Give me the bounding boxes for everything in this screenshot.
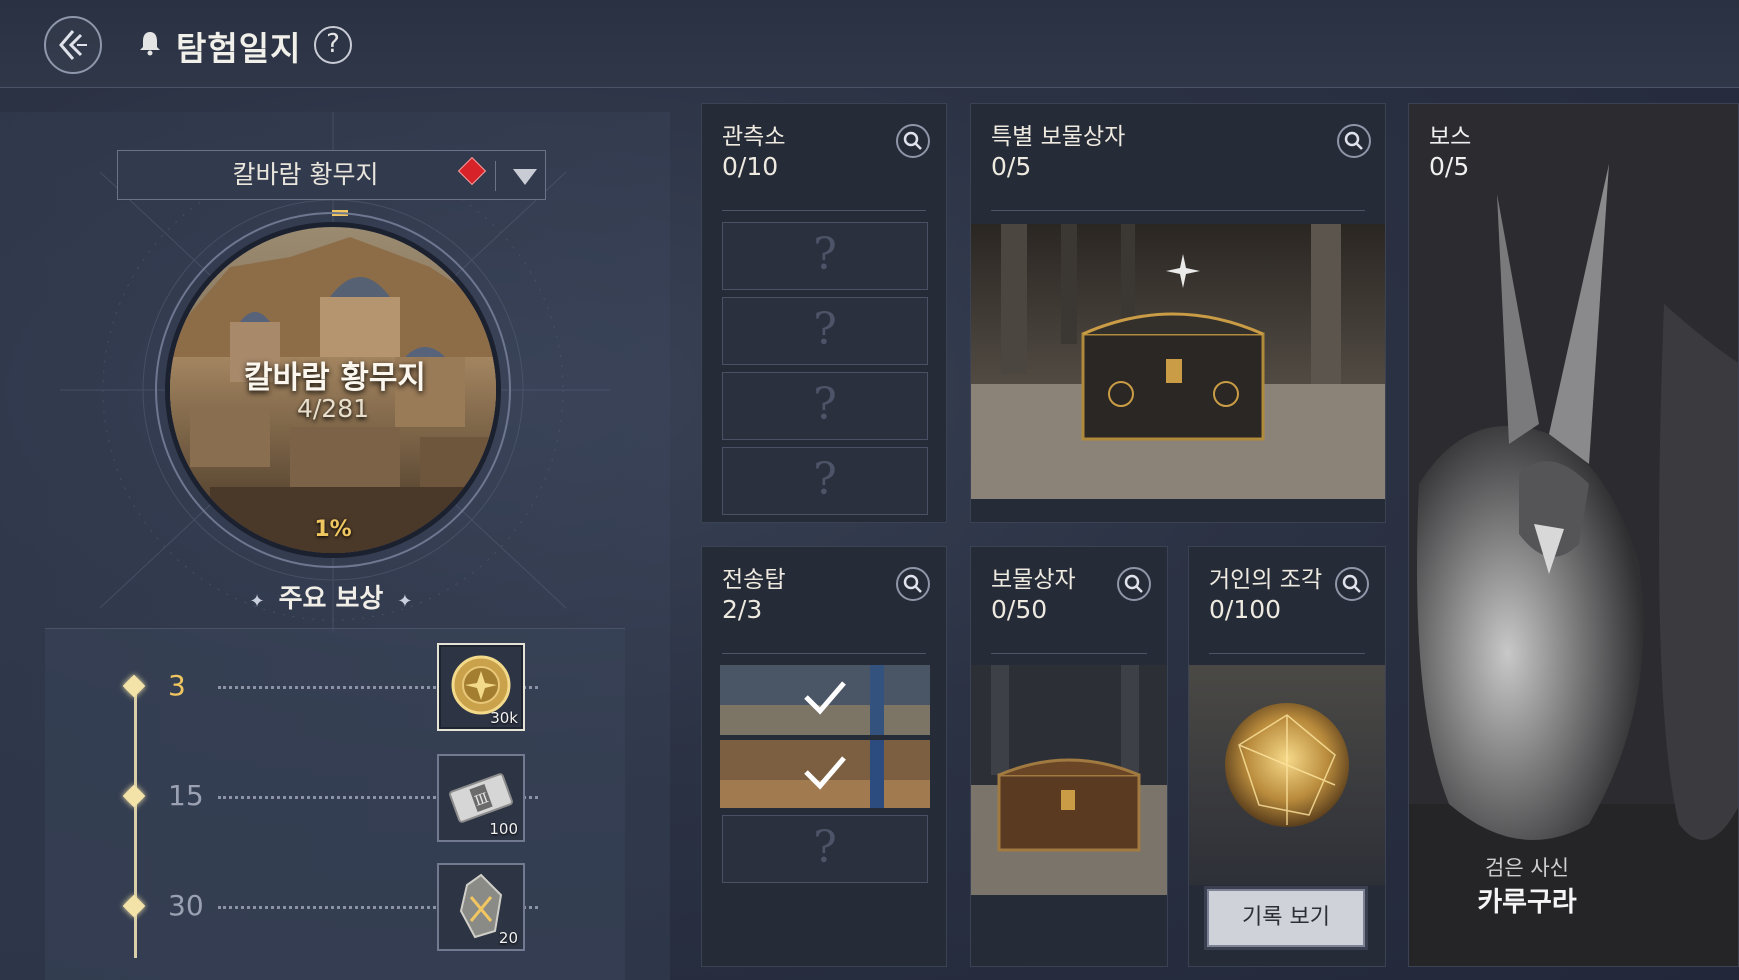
search-icon[interactable] [1337,124,1371,158]
dropdown-divider [495,161,496,191]
card-divider [991,210,1365,211]
reward-level: 3 [168,669,186,702]
giant-fragment-card[interactable]: 거인의 조각 0/100 기록 보기 [1188,546,1386,967]
back-button[interactable] [44,16,102,74]
boss-card[interactable]: 보스 0/5 검은 사신 카루구라 [1408,103,1739,967]
card-count: 2/3 [722,595,763,624]
locked-slot: ? [722,815,928,883]
special-chest-image [971,224,1385,499]
search-icon[interactable] [1335,567,1369,601]
card-count: 0/100 [1209,595,1282,624]
teleport-slot-discovered[interactable] [720,740,930,808]
teleport-slot-discovered[interactable] [720,665,930,735]
card-title: 관측소 [722,124,786,150]
reward-qty: 30k [490,709,518,727]
locked-slot: ? [722,447,928,515]
region-dropdown-label: 칼바람 황무지 [232,160,379,189]
reward-ticket[interactable]: Ⅲ 100 [437,754,525,842]
sparkle-icon: ✦ [397,591,413,612]
bell-icon [140,32,160,56]
search-icon[interactable] [896,567,930,601]
reward-gold-coin[interactable]: 30k [437,643,525,731]
reward-qty: 20 [498,929,518,947]
reward-qty: 100 [489,820,518,838]
reward-level: 30 [168,889,204,922]
giant-fragment-orb-image [1189,665,1385,885]
boss-illustration [1409,104,1738,966]
card-count: 0/50 [991,595,1048,624]
chest-card[interactable]: 보물상자 0/50 [970,546,1168,967]
reward-level: 15 [168,779,204,812]
locked-slot: ? [722,372,928,440]
card-count: 0/5 [1429,152,1470,181]
observatory-card[interactable]: 관측소 0/10 ? ? ? ? [701,103,947,523]
teleport-card[interactable]: 전송탑 2/3 ? [701,546,947,967]
sparkle-icon: ✦ [249,591,265,612]
card-title: 보스 [1429,124,1472,150]
card-divider [1209,653,1365,654]
card-divider [722,653,926,654]
special-chest-card[interactable]: 특별 보물상자 0/5 [970,103,1386,523]
region-name: 칼바람 황무지 [244,360,426,396]
locked-slot: ? [722,297,928,365]
locked-slot: ? [722,222,928,290]
milestone-diamond-icon [122,674,146,698]
card-divider [991,653,1147,654]
chevron-down-icon [513,169,537,185]
card-title: 전송탑 [722,567,786,593]
chest-image [971,665,1167,895]
help-button[interactable]: ? [314,26,352,64]
milestone-diamond-icon [122,784,146,808]
region-progress-percent: 1% [314,517,352,542]
page-title: 탐험일지 [176,29,302,68]
card-count: 0/5 [991,152,1032,181]
rewards-title: 주요 보상 [278,584,384,614]
card-count: 0/10 [722,152,779,181]
region-progress-count: 4/281 [296,394,370,423]
search-icon[interactable] [1117,567,1151,601]
region-dropdown[interactable]: 칼바람 황무지 [117,150,546,200]
rewards-heading: ✦ 주요 보상 ✦ [0,578,662,615]
card-divider [722,210,926,211]
top-bar: 탐험일지 ? [0,0,1739,88]
search-icon[interactable] [896,124,930,158]
milestone-diamond-icon [122,894,146,918]
back-arrow-icon [59,30,87,60]
card-title: 보물상자 [991,567,1076,593]
boss-name: 카루구라 [1477,887,1577,918]
view-records-button[interactable]: 기록 보기 [1207,889,1365,947]
reward-crystal[interactable]: 20 [437,863,525,951]
boss-subtitle: 검은 사신 [1485,856,1569,880]
card-title: 거인의 조각 [1209,567,1323,593]
card-title: 특별 보물상자 [991,124,1126,150]
